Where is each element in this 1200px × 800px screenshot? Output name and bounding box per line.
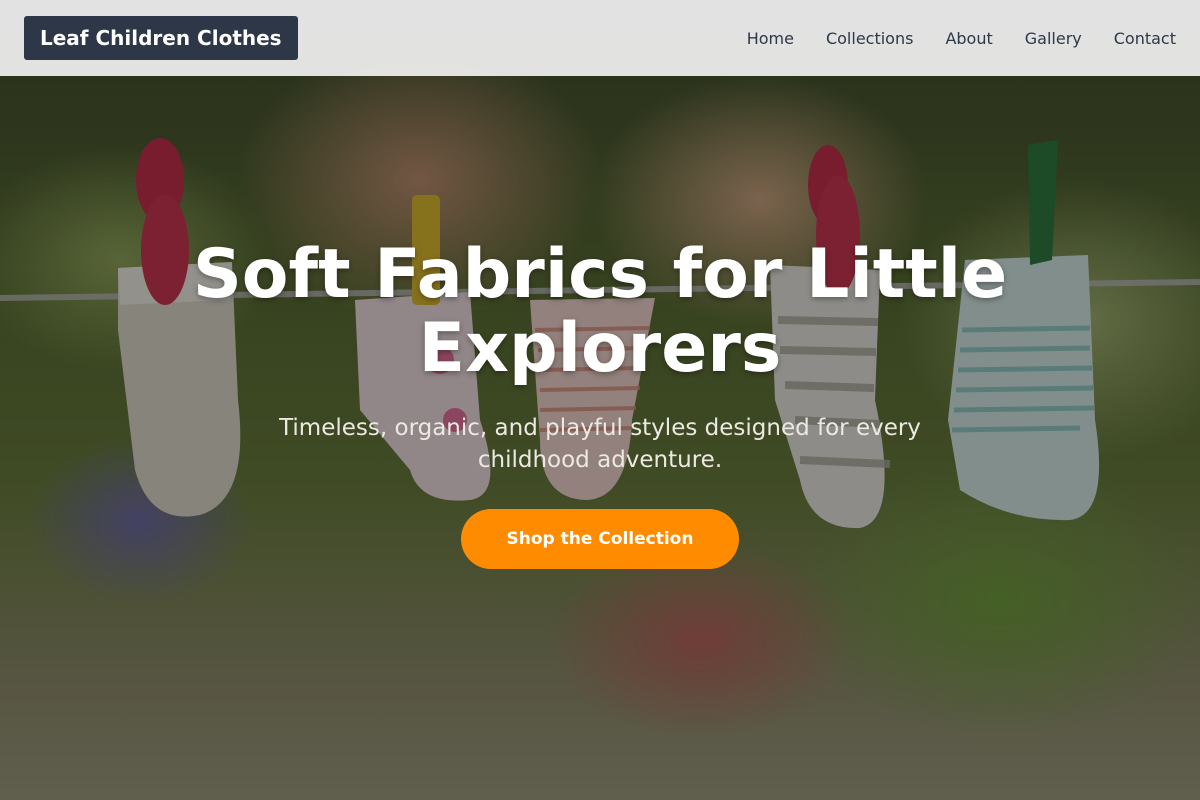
main-nav: Home Collections About Gallery Contact bbox=[747, 29, 1176, 48]
brand-logo[interactable]: Leaf Children Clothes bbox=[24, 16, 298, 60]
page: Leaf Children Clothes Home Collections A… bbox=[0, 0, 1200, 800]
hero-section: Soft Fabrics for Little Explorers Timele… bbox=[0, 238, 1200, 569]
shop-collection-button[interactable]: Shop the Collection bbox=[461, 509, 739, 569]
hero-subtitle: Timeless, organic, and playful styles de… bbox=[279, 415, 921, 473]
nav-about-link[interactable]: About bbox=[945, 29, 992, 48]
site-header: Leaf Children Clothes Home Collections A… bbox=[0, 0, 1200, 76]
hero-title: Soft Fabrics for Little Explorers bbox=[192, 235, 1008, 388]
nav-contact-link[interactable]: Contact bbox=[1114, 29, 1176, 48]
nav-home-link[interactable]: Home bbox=[747, 29, 794, 48]
nav-collections-link[interactable]: Collections bbox=[826, 29, 913, 48]
nav-gallery-link[interactable]: Gallery bbox=[1025, 29, 1082, 48]
